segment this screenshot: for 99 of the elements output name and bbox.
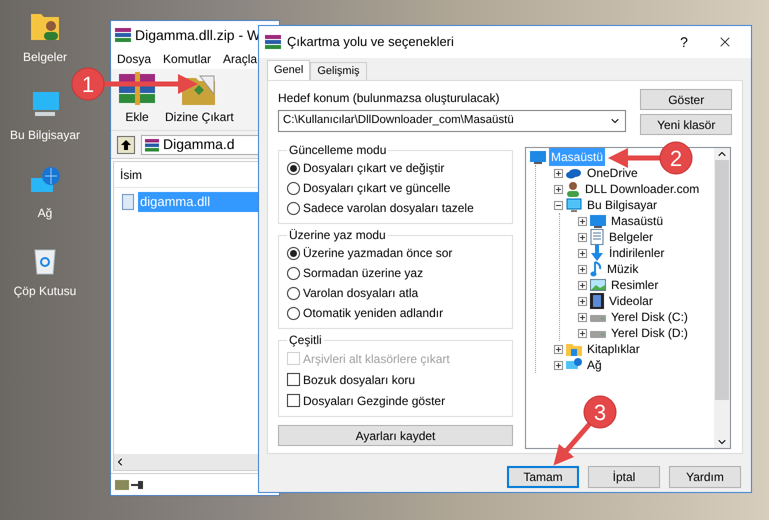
radio-label[interactable]: Üzerine yazmadan önce sor bbox=[303, 244, 452, 262]
expand-toggle[interactable] bbox=[578, 232, 587, 242]
callout-circle bbox=[660, 142, 692, 174]
radio-button[interactable] bbox=[287, 182, 300, 194]
film-icon bbox=[590, 293, 604, 309]
help-button[interactable]: ? bbox=[669, 32, 699, 52]
radio-button[interactable] bbox=[287, 306, 300, 320]
dialog-button[interactable]: İptal bbox=[588, 466, 660, 488]
archive-books-icon bbox=[115, 27, 131, 43]
desktop-icon-label[interactable]: Ağ bbox=[38, 204, 52, 222]
expand-toggle[interactable] bbox=[578, 248, 587, 258]
radio-button[interactable] bbox=[287, 202, 300, 214]
tree-item[interactable]: Belgeler bbox=[607, 228, 656, 246]
tree-item[interactable]: Kitaplıklar bbox=[585, 340, 642, 358]
radio-label[interactable]: Sormadan üzerine yaz bbox=[303, 264, 424, 282]
group-title: Güncelleme modu bbox=[288, 142, 388, 159]
radio-button[interactable] bbox=[287, 246, 300, 260]
side-button[interactable]: Yeni klasör bbox=[640, 114, 732, 135]
expand-toggle[interactable] bbox=[554, 360, 563, 370]
tree-item[interactable]: Yerel Disk (C:) bbox=[609, 308, 690, 326]
tree-item[interactable]: Müzik bbox=[605, 260, 640, 278]
archive-books-icon bbox=[265, 34, 281, 50]
collapse-toggle[interactable] bbox=[554, 200, 563, 210]
expand-toggle[interactable] bbox=[554, 184, 563, 194]
callout-circle bbox=[584, 396, 616, 428]
archive-books-icon bbox=[145, 138, 159, 152]
expand-toggle[interactable] bbox=[578, 312, 587, 322]
radio-button[interactable] bbox=[287, 266, 300, 280]
toolbar-button[interactable]: Dizine Çıkart bbox=[165, 72, 234, 126]
drive-icon bbox=[590, 328, 606, 338]
save-settings-button[interactable]: Ayarları kaydet bbox=[278, 425, 513, 446]
menu-item[interactable]: Komutlar bbox=[163, 50, 212, 68]
expand-toggle[interactable] bbox=[578, 280, 587, 290]
key-icon bbox=[131, 480, 143, 488]
network-icon bbox=[566, 358, 582, 372]
destination-combobox[interactable]: C:\Kullanıcılar\DllDownloader_com\Masaüstü bbox=[278, 110, 626, 132]
monitor-icon bbox=[590, 214, 606, 228]
tree-item[interactable]: Ağ bbox=[585, 356, 604, 374]
tree-item[interactable]: DLL Downloader.com bbox=[583, 180, 702, 198]
drive-icon bbox=[590, 312, 606, 322]
up-arrow-icon bbox=[121, 140, 131, 150]
side-button[interactable]: Göster bbox=[640, 89, 732, 110]
group-title: Çeşitli bbox=[288, 332, 323, 349]
checkbox-label[interactable]: Bozuk dosyaları koru bbox=[303, 370, 416, 388]
menu-item[interactable]: Dosya bbox=[117, 50, 152, 68]
radio-label[interactable]: Dosyaları çıkart ve değiştir bbox=[303, 159, 444, 177]
download-arrow-icon bbox=[590, 245, 604, 261]
computer-icon bbox=[566, 198, 582, 212]
group-title: Üzerine yaz modu bbox=[288, 227, 387, 244]
desktop-icon-label[interactable]: Belgeler bbox=[22, 48, 68, 66]
dialog-button[interactable]: Yardım bbox=[669, 466, 741, 488]
tab[interactable]: Gelişmiş bbox=[310, 62, 367, 80]
up-folder-button[interactable] bbox=[117, 136, 135, 154]
folder-icon bbox=[566, 342, 582, 356]
checkbox-label[interactable]: Dosyaları Gezginde göster bbox=[303, 392, 446, 410]
checkbox[interactable] bbox=[287, 373, 300, 386]
desktop-icon-label[interactable]: Bu Bilgisayar bbox=[10, 126, 80, 144]
tree-item[interactable]: İndirilenler bbox=[607, 244, 666, 262]
radio-label[interactable]: Varolan dosyaları atla bbox=[303, 284, 418, 302]
vertical-scrollbar[interactable] bbox=[714, 148, 730, 448]
callout-number: 2 bbox=[670, 146, 682, 171]
picture-icon bbox=[590, 279, 606, 291]
expand-toggle[interactable] bbox=[578, 328, 587, 338]
dialog-title: Çıkartma yolu ve seçenekleri bbox=[287, 33, 455, 52]
music-note-icon bbox=[590, 261, 602, 277]
expand-toggle[interactable] bbox=[578, 216, 587, 226]
user-icon bbox=[566, 181, 580, 197]
checkbox[interactable] bbox=[287, 394, 300, 407]
menu-item[interactable]: Araçla bbox=[223, 50, 258, 68]
tree-item[interactable]: Masaüstü bbox=[609, 212, 666, 230]
document-icon bbox=[590, 229, 604, 245]
radio-button[interactable] bbox=[287, 162, 300, 174]
expand-toggle[interactable] bbox=[578, 264, 587, 274]
tree-item[interactable]: Resimler bbox=[609, 276, 660, 294]
tree-item[interactable]: Bu Bilgisayar bbox=[585, 196, 660, 214]
radio-label[interactable]: Otomatik yeniden adlandır bbox=[303, 304, 444, 322]
cloud-icon bbox=[566, 167, 582, 179]
archive-books-icon bbox=[119, 72, 155, 106]
tree-item[interactable]: OneDrive bbox=[585, 164, 640, 182]
tree-item[interactable]: Yerel Disk (D:) bbox=[609, 324, 690, 342]
dialog-button[interactable]: Tamam bbox=[507, 466, 579, 488]
radio-label[interactable]: Sadece varolan dosyaları tazele bbox=[303, 199, 474, 217]
monitor-icon bbox=[530, 150, 546, 164]
file-icon bbox=[122, 194, 134, 210]
callout-circle bbox=[72, 68, 104, 100]
tree-item[interactable]: Videolar bbox=[607, 292, 655, 310]
callout-number: 3 bbox=[594, 400, 606, 425]
destination-label: Hedef konum (bulunmazsa oluşturulacak) bbox=[278, 90, 500, 107]
tab[interactable]: Genel bbox=[267, 60, 310, 80]
scrollbar-thumb[interactable] bbox=[715, 160, 729, 400]
radio-button[interactable] bbox=[287, 286, 300, 300]
expand-toggle[interactable] bbox=[578, 296, 587, 306]
drive-icon bbox=[115, 480, 129, 490]
desktop-icon-label[interactable]: Çöp Kutusu bbox=[14, 282, 76, 300]
callout-number: 1 bbox=[82, 72, 94, 97]
toolbar-button[interactable]: Ekle bbox=[119, 72, 155, 126]
expand-toggle[interactable] bbox=[554, 344, 563, 354]
radio-label[interactable]: Dosyaları çıkart ve güncelle bbox=[303, 179, 450, 197]
expand-toggle[interactable] bbox=[554, 168, 563, 178]
